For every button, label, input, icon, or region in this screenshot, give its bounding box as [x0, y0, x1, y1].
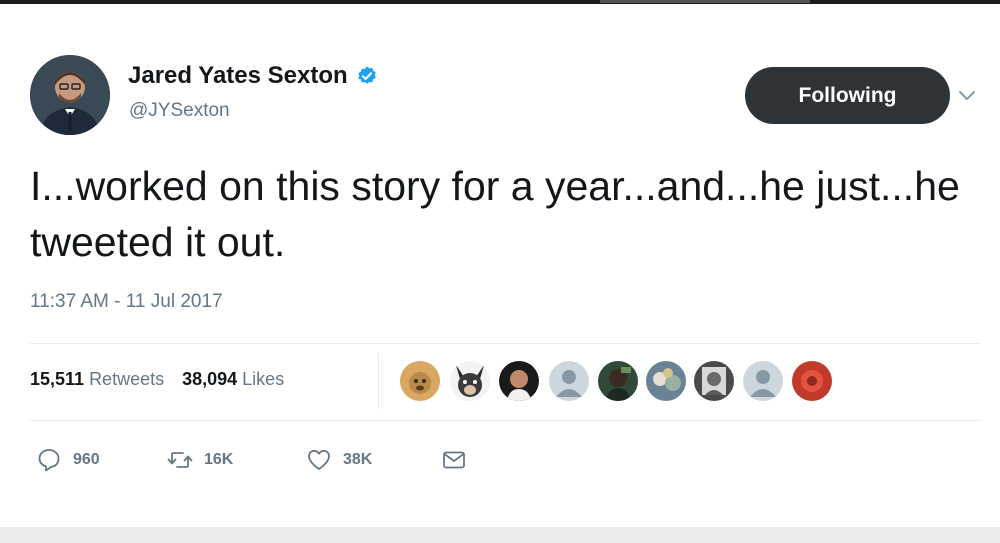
bottom-edge	[0, 527, 1000, 543]
reply-button[interactable]: 960	[36, 445, 100, 475]
engagement-stats: 15,511 Retweets 38,094 Likes	[30, 369, 284, 390]
liker-avatar[interactable]	[598, 361, 638, 401]
like-count: 38K	[343, 451, 373, 468]
verified-badge-icon	[357, 66, 376, 84]
likes-label[interactable]: Likes	[242, 369, 284, 390]
retweets-count[interactable]: 15,511	[30, 369, 84, 390]
avatar[interactable]	[30, 55, 110, 135]
retweet-count: 16K	[204, 451, 234, 468]
avatar-image	[30, 55, 110, 135]
tweet-timestamp[interactable]: 11:37 AM - 11 Jul 2017	[30, 291, 223, 313]
divider	[30, 343, 980, 344]
liker-avatar[interactable]	[646, 361, 686, 401]
reply-icon	[38, 449, 60, 472]
retweet-icon	[167, 452, 193, 468]
liker-avatar[interactable]	[792, 361, 832, 401]
chevron-down-icon[interactable]	[955, 86, 979, 106]
like-button[interactable]: 38K	[306, 445, 372, 475]
liker-avatar[interactable]	[499, 361, 539, 401]
direct-message-button[interactable]	[441, 445, 467, 475]
liker-avatar[interactable]	[694, 361, 734, 401]
user-handle[interactable]: @JYSexton	[129, 100, 230, 122]
stats-separator	[378, 353, 379, 409]
divider	[30, 420, 980, 421]
reply-count: 960	[73, 451, 100, 468]
display-name[interactable]: Jared Yates Sexton	[128, 62, 348, 90]
heart-icon	[308, 449, 330, 470]
liker-avatar[interactable]	[743, 361, 783, 401]
tweet-text: I...worked on this story for a year...an…	[30, 163, 960, 265]
following-button[interactable]: Following	[745, 67, 950, 124]
retweets-label[interactable]: Retweets	[89, 369, 164, 390]
top-edge	[0, 0, 1000, 4]
name-row: Jared Yates Sexton	[128, 62, 378, 90]
retweet-button[interactable]: 16K	[167, 445, 233, 475]
liker-avatar[interactable]	[549, 361, 589, 401]
envelope-icon	[443, 451, 465, 469]
liker-avatar[interactable]	[450, 361, 490, 401]
liker-avatar[interactable]	[400, 361, 440, 401]
likes-count[interactable]: 38,094	[182, 369, 237, 390]
